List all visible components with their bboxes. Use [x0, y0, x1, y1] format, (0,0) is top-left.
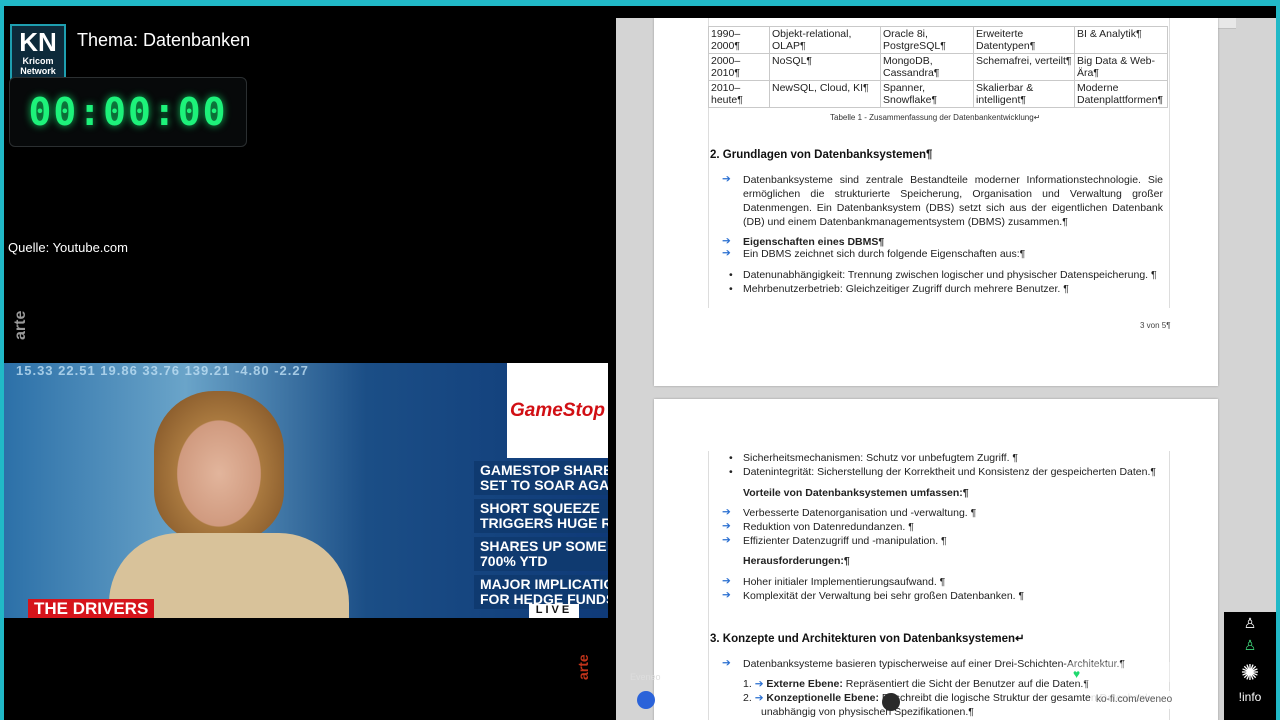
news-video[interactable]: 15.33 22.51 19.86 33.76 139.21 -4.80 -2.… — [4, 363, 608, 618]
list-term: Externe Ebene: — [766, 678, 843, 690]
heart-icon: ♥ — [1073, 667, 1081, 681]
list-item: 1. ➔ Externe Ebene: Repräsentiert die Si… — [743, 677, 1089, 691]
table-row: 2010–heute¶ NewSQL, Cloud, KI¶ Spanner, … — [708, 80, 1168, 108]
tab-arrow-icon: ➔ — [722, 534, 731, 546]
list-item: Reduktion von Datenredundanzen. ¶ — [743, 521, 914, 533]
topic-title: Thema: Datenbanken — [77, 30, 251, 50]
list-item: Effizienter Datenzugriff und -manipulati… — [743, 535, 947, 547]
table-cell: Oracle 8i, PostgreSQL¶ — [880, 26, 974, 54]
table-cell: NewSQL, Cloud, KI¶ — [769, 80, 881, 108]
gamestop-logo: GameStop — [507, 363, 608, 458]
list-item: Datenunabhängigkeit: Trennung zwischen l… — [743, 269, 1157, 281]
table-cell: BI & Analytik¶ — [1074, 26, 1168, 54]
kofi-link[interactable]: ko-fi.com/eveneo — [1090, 691, 1202, 709]
tab-arrow-icon: ➔ — [722, 657, 731, 669]
headline-stack: GAMESTOP SHARES SET TO SOAR AGAIN SHORT … — [474, 461, 608, 613]
section-heading-3: 3. Konzepte und Architekturen von Datenb… — [710, 633, 1025, 645]
list-number: 1. — [743, 678, 752, 690]
list-item: Komplexität der Verwaltung bei sehr groß… — [743, 590, 1025, 602]
props-intro: Ein DBMS zeichnet sich durch folgende Ei… — [743, 248, 1026, 260]
lower-third: THE DRIVERS — [28, 599, 155, 618]
list-term: Konzeptionelle Ebene: — [766, 692, 880, 704]
history-table: 1990–2000¶ Objekt-relational, OLAP¶ Orac… — [708, 26, 1168, 108]
user-online-icon[interactable]: ♙ — [1224, 634, 1276, 656]
tab-arrow-icon: ➔ — [754, 692, 764, 704]
tab-arrow-icon: ➔ — [722, 575, 731, 587]
tab-arrow-icon: ➔ — [722, 520, 731, 532]
list-item: Verbesserte Datenorganisation und -verwa… — [743, 507, 977, 519]
list-continuation: unabhängig von physischen Spezifikatione… — [761, 706, 974, 718]
logo-main: KN — [19, 27, 57, 57]
list-number: 2. — [743, 692, 752, 704]
table-cell: 1990–2000¶ — [708, 26, 770, 54]
list-text: Repräsentiert die Sicht der Benutzer auf… — [842, 678, 1089, 690]
table-row: 1990–2000¶ Objekt-relational, OLAP¶ Orac… — [708, 26, 1168, 54]
kricom-logo: KN Kricom Network — [10, 24, 66, 84]
tab-arrow-icon: ➔ — [722, 247, 731, 259]
user-icon[interactable]: ♙ — [1224, 612, 1276, 634]
source-label: Quelle: Youtube.com — [8, 240, 128, 255]
brain-icon: ✺ — [1240, 660, 1260, 685]
countdown-timer: 00:00:00 — [9, 77, 247, 147]
headline-1: GAMESTOP SHARES SET TO SOAR AGAIN — [474, 461, 608, 495]
table-cell: Spanner, Snowflake¶ — [880, 80, 974, 108]
advantages-title: Vorteile von Datenbanksystemen umfassen:… — [743, 487, 969, 499]
tab-arrow-icon: ➔ — [722, 589, 731, 601]
table-cell: Big Data & Web-Ära¶ — [1074, 53, 1168, 81]
list-item: Sicherheitsmechanismen: Schutz vor unbef… — [743, 452, 1019, 464]
headline-3: SHARES UP SOME 700% YTD — [474, 537, 608, 571]
table-cell: Objekt-relational, OLAP¶ — [769, 26, 881, 54]
arte-watermark-top: arte — [12, 310, 29, 340]
notification-bar — [1062, 662, 1218, 682]
logo-sub2: Network — [20, 66, 56, 76]
eveneo-label: Eveneo — [630, 672, 661, 682]
eveneo-avatar-icon — [637, 691, 655, 709]
tab-arrow-icon: ➔ — [754, 678, 764, 690]
logo-sub1: Kricom — [22, 56, 54, 66]
anchor-image — [154, 391, 284, 541]
list-item: Mehrbenutzerbetrieb: Gleichzeitiger Zugr… — [743, 283, 1069, 295]
bullet-icon: • — [729, 452, 733, 464]
table-cell: Erweiterte Datentypen¶ — [973, 26, 1075, 54]
tab-arrow-icon: ➔ — [722, 235, 731, 247]
stock-ticker: 15.33 22.51 19.86 33.76 139.21 -4.80 -2.… — [16, 363, 309, 378]
document-page-3[interactable]: 1990–2000¶ Objekt-relational, OLAP¶ Orac… — [654, 18, 1218, 386]
table-cell: MongoDB, Cassandra¶ — [880, 53, 974, 81]
table-caption: Tabelle 1 - Zusammenfassung der Datenban… — [830, 113, 1041, 122]
bullet-icon: • — [729, 269, 733, 281]
tab-arrow-icon: ➔ — [722, 173, 731, 185]
table-cell: Skalierbar & intelligent¶ — [973, 80, 1075, 108]
list-item: Hoher initialer Implementierungsaufwand.… — [743, 576, 946, 588]
camera-avatar-icon — [882, 693, 900, 711]
document-view[interactable]: 1990–2000¶ Objekt-relational, OLAP¶ Orac… — [616, 18, 1276, 720]
arte-watermark-bottom: arte — [575, 654, 591, 680]
intro-paragraph: Datenbanksysteme sind zentrale Bestandte… — [743, 174, 1163, 228]
stream-panel: KN Kricom Network Thema: Datenbanken 00:… — [4, 18, 616, 720]
table-cell: NoSQL¶ — [769, 53, 881, 81]
tab-arrow-icon: ➔ — [722, 506, 731, 518]
table-cell: Schemafrei, verteilt¶ — [973, 53, 1075, 81]
page-number: 3 von 5¶ — [1140, 321, 1171, 330]
table-cell: 2010–heute¶ — [708, 80, 770, 108]
bullet-icon: • — [729, 283, 733, 295]
bullet-icon: • — [729, 466, 733, 478]
headline-2: SHORT SQUEEZE TRIGGERS HUGE RA — [474, 499, 608, 533]
table-cell: Moderne Datenplattformen¶ — [1074, 80, 1168, 108]
table-cell: 2000–2010¶ — [708, 53, 770, 81]
list-item: Datenintegrität: Sicherstellung der Korr… — [743, 466, 1157, 478]
live-badge: LIVE — [529, 604, 579, 618]
info-command: !info — [1238, 690, 1262, 704]
section-heading-2: 2. Grundlagen von Datenbanksystemen¶ — [710, 149, 933, 161]
table-row: 2000–2010¶ NoSQL¶ MongoDB, Cassandra¶ Sc… — [708, 53, 1168, 81]
right-sidebar: ♙ ♙ ✺ !info — [1224, 612, 1276, 720]
challenges-title: Herausforderungen:¶ — [743, 555, 850, 567]
